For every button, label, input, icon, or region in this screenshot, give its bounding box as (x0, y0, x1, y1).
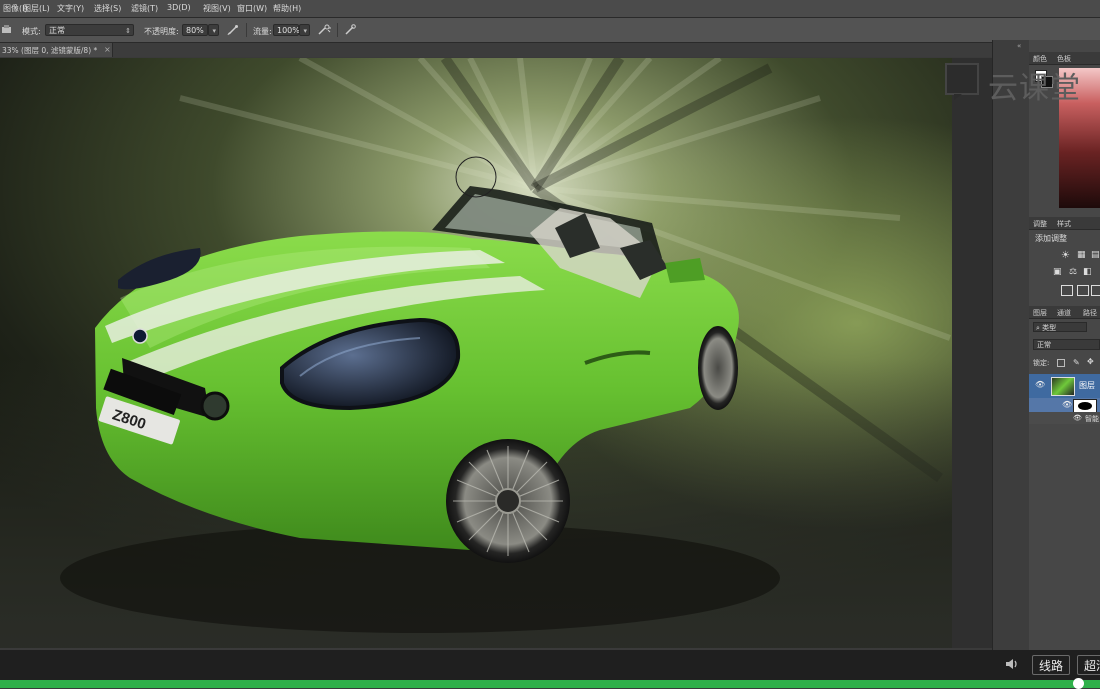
menu-type[interactable]: 文字(Y) (57, 3, 84, 14)
hue-icon[interactable]: ▣ (1053, 267, 1062, 277)
document-canvas[interactable]: Z800 (0, 58, 952, 648)
gradient-map-icon[interactable] (1061, 285, 1073, 296)
threshold-icon[interactable] (1091, 285, 1100, 296)
layer-row[interactable]: 👁 图层 (1029, 374, 1100, 398)
options-bar: 模式: 正常 ⇕ 不透明度: 80% ▾ 流量: 100% ▾ (0, 18, 1100, 43)
brightness-icon[interactable]: ☀ (1061, 250, 1070, 261)
layer-thumbnail (1051, 377, 1075, 396)
smart-filter-row[interactable]: 👁 智能 (1029, 412, 1100, 424)
lock-label: 锁定: (1033, 359, 1050, 367)
layer-filter-value: 类型 (1042, 324, 1057, 332)
divider (246, 23, 247, 37)
opacity-dropdown[interactable]: ▾ (208, 24, 219, 36)
quality-button[interactable]: 超清 (1077, 655, 1100, 675)
collapse-arrows-icon[interactable]: « (1017, 42, 1021, 50)
adjust-title: 添加调整 (1035, 234, 1067, 243)
mode-label: 模式: (22, 27, 41, 36)
flow-label: 流量: (253, 27, 272, 36)
menu-select[interactable]: 选择(S) (94, 3, 121, 14)
filter-mask-row[interactable]: 👁 (1029, 398, 1100, 413)
menu-window[interactable]: 窗口(W) (237, 3, 267, 14)
adjust-panel-tabs: 调整 样式 (1029, 217, 1100, 230)
blend-mode-value: 正常 (1037, 341, 1051, 349)
lock-paint-icon[interactable]: ✎ (1073, 358, 1080, 367)
lock-transparent-icon[interactable] (1057, 359, 1065, 367)
opacity-label: 不透明度: (144, 27, 179, 36)
levels-icon[interactable]: ▦ (1077, 250, 1086, 260)
eye-icon[interactable]: 👁 (1035, 380, 1045, 389)
watermark: 云课堂 (944, 60, 1100, 106)
tab-paths[interactable]: 路径 (1083, 308, 1097, 318)
lock-move-icon[interactable]: ✥ (1087, 357, 1094, 366)
smart-filter-label: 智能 (1085, 415, 1099, 423)
chevron-updown-icon: ⇕ (125, 27, 131, 35)
menu-view[interactable]: 视图(V) (203, 3, 231, 14)
menu-filter[interactable]: 滤镜(T) (131, 3, 158, 14)
video-progress-bar[interactable] (0, 680, 1100, 688)
collapsed-panel-strip: « (992, 40, 1030, 650)
airbrush-icon[interactable] (317, 24, 331, 36)
close-icon[interactable]: × (104, 45, 111, 54)
eye-icon[interactable]: 👁 (1062, 400, 1072, 409)
flow-value: 100% (277, 26, 300, 35)
mode-value: 正常 (49, 26, 65, 35)
opacity-input[interactable]: 80% (182, 24, 208, 36)
car-photo: Z800 (0, 58, 952, 648)
menu-help[interactable]: 帮助(H) (273, 3, 301, 14)
filter-mask-thumbnail (1073, 399, 1097, 413)
progress-handle[interactable] (1073, 678, 1084, 689)
mode-select[interactable]: 正常 ⇕ (45, 24, 134, 36)
right-panel-dock: 颜色 色板 调整 样式 添加调整 ☀ ▦ ▤ ▣ ⚖ ◧ 图层 通道 路径 ⌕ … (1029, 40, 1100, 650)
video-control-bar (0, 650, 1100, 680)
blend-mode-select[interactable]: 正常 (1033, 339, 1100, 350)
tool-preset-icon[interactable] (0, 24, 14, 36)
brush-icon[interactable] (226, 24, 240, 36)
speaker-icon[interactable] (1004, 656, 1020, 672)
tab-adjustments[interactable]: 调整 (1033, 219, 1047, 229)
rear-wheel (698, 326, 738, 410)
document-tab-bar (0, 43, 1000, 57)
chevron-down-icon: ▾ (303, 27, 307, 35)
menu-bar: 图像(I) 图层(L) 文字(Y) 选择(S) 滤镜(T) 3D(D) 视图(V… (0, 0, 1100, 18)
opacity-value: 80% (186, 26, 204, 35)
layer-name: 图层 (1079, 381, 1095, 390)
tab-styles[interactable]: 样式 (1057, 219, 1071, 229)
layers-panel-tabs: 图层 通道 路径 (1029, 306, 1100, 319)
selective-color-icon[interactable] (1077, 285, 1089, 296)
tab-channels[interactable]: 通道 (1057, 308, 1071, 318)
eye-icon[interactable]: 👁 (1073, 414, 1082, 422)
watermark-text: 云课堂 (988, 71, 1081, 106)
document-tab-title: 33% (图层 0, 滤镜蒙版/8) * (2, 46, 98, 55)
layer-filter-select[interactable]: ⌕ 类型 (1033, 322, 1087, 332)
canvas-pasteboard (952, 58, 992, 648)
flow-dropdown[interactable]: ▾ (299, 24, 310, 36)
balance-icon[interactable]: ⚖ (1069, 267, 1077, 277)
tab-layers[interactable]: 图层 (1033, 308, 1047, 318)
divider (337, 23, 338, 37)
line-button[interactable]: 线路 (1032, 655, 1071, 675)
menu-3d[interactable]: 3D(D) (167, 3, 191, 12)
search-icon: ⌕ (1036, 324, 1040, 332)
document-tab[interactable]: 33% (图层 0, 滤镜蒙版/8) * × (0, 43, 113, 57)
menu-layer[interactable]: 图层(L) (23, 3, 50, 14)
chevron-down-icon: ▾ (212, 27, 216, 35)
watermark-logo (945, 63, 979, 100)
bw-icon[interactable]: ◧ (1083, 267, 1092, 277)
flow-input[interactable]: 100% (273, 24, 300, 36)
pressure-icon[interactable] (343, 24, 357, 36)
curves-icon[interactable]: ▤ (1091, 250, 1100, 260)
